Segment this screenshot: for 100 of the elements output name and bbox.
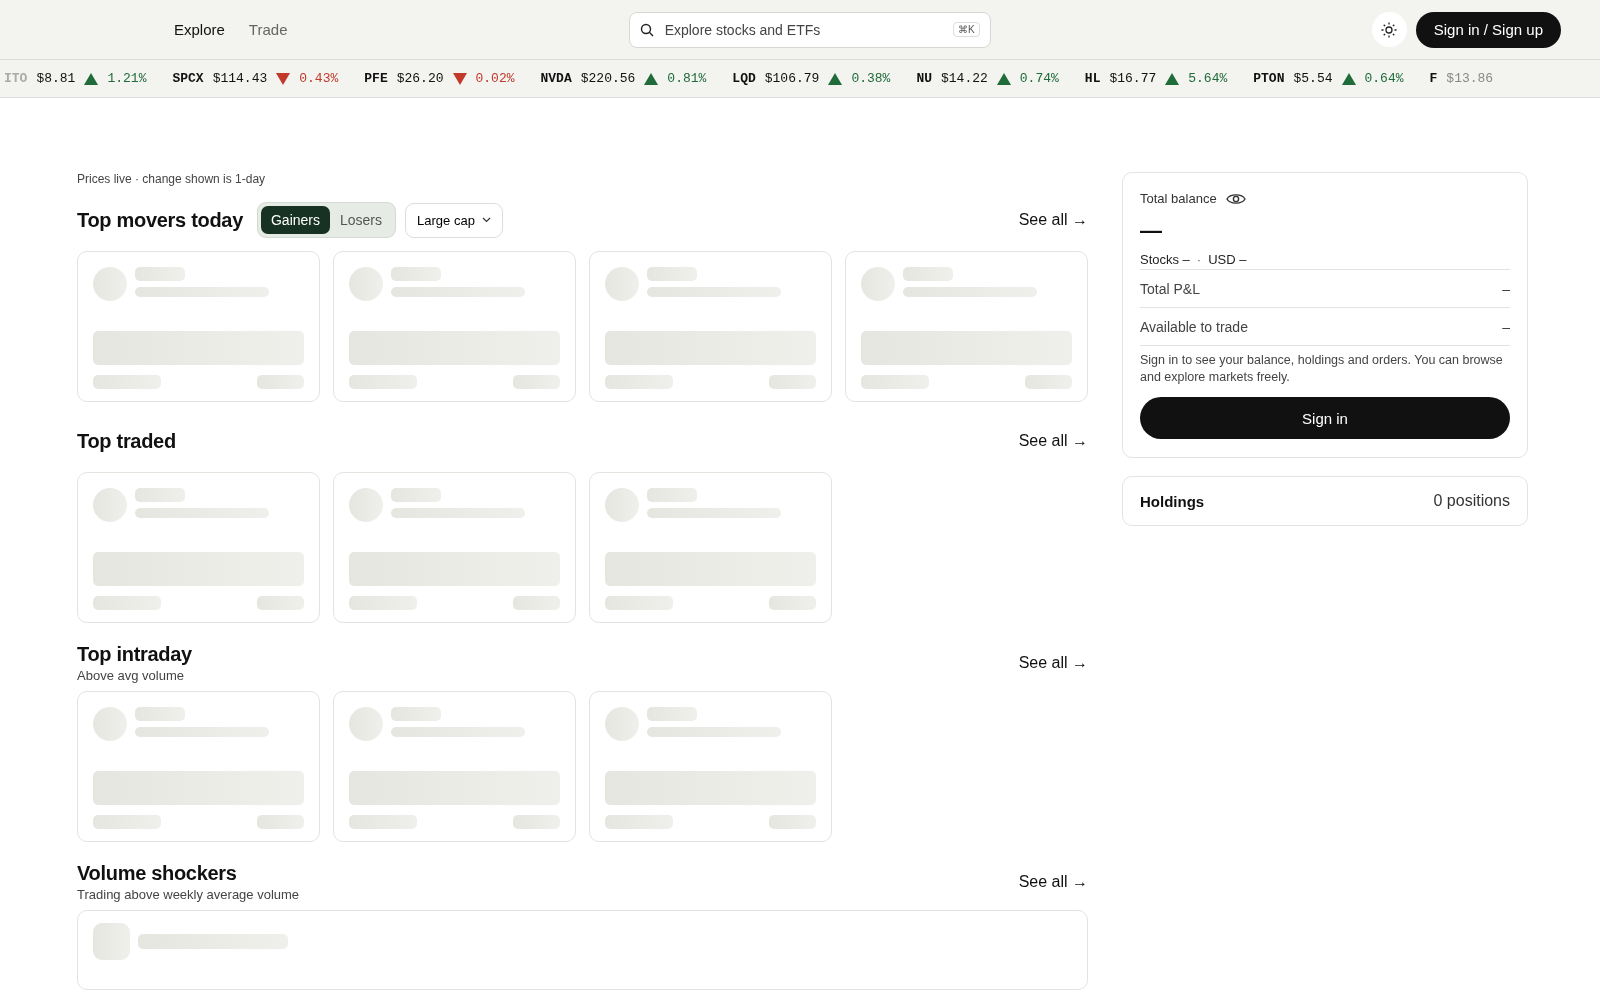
text-placeholder xyxy=(135,488,185,502)
ticker-price: $106.79 xyxy=(764,71,820,86)
text-placeholder xyxy=(1025,375,1072,389)
ticker-symbol: LQD xyxy=(732,71,756,86)
shortcut-hint: ⌘K xyxy=(952,22,980,37)
separator-dot: · xyxy=(1196,252,1202,267)
up-triangle-icon xyxy=(996,72,1011,85)
text-placeholder xyxy=(135,707,185,721)
text-placeholder xyxy=(513,375,560,389)
ticker-price: $8.81 xyxy=(36,71,76,86)
section-subtitle: Trading above weekly average volume xyxy=(77,887,300,902)
positions-count: 0 positions xyxy=(1433,492,1510,510)
balance-label: Total balance xyxy=(1140,191,1217,206)
see-all-link[interactable]: See all → xyxy=(1018,873,1088,891)
up-triangle-icon xyxy=(644,72,659,85)
segment-button[interactable]: Gainers xyxy=(261,206,330,234)
ticker-change: 0.43% xyxy=(299,71,339,86)
ticker-symbol: NVDA xyxy=(540,71,572,86)
up-triangle-icon xyxy=(84,72,99,85)
ticker-price: $13.86 xyxy=(1446,71,1494,86)
text-placeholder xyxy=(647,707,697,721)
text-placeholder xyxy=(513,596,560,610)
segment-button[interactable]: Losers xyxy=(330,206,393,234)
section-title: Top traded xyxy=(77,429,176,453)
text-placeholder xyxy=(647,267,697,281)
ticker-price: $14.22 xyxy=(941,71,988,86)
see-all-link[interactable]: See all → xyxy=(1018,432,1088,450)
search-field[interactable]: Explore stocks and ETFs ⌘K xyxy=(628,11,991,48)
text-placeholder xyxy=(93,375,161,389)
ticker-price: $26.20 xyxy=(396,71,444,86)
avatar-placeholder xyxy=(861,267,895,301)
avatar-placeholder xyxy=(605,488,639,522)
avatar-placeholder xyxy=(349,707,383,741)
balance-value: — xyxy=(1140,218,1163,244)
text-placeholder xyxy=(257,815,304,829)
up-triangle-icon xyxy=(1165,72,1180,85)
ticker-symbol: SPCX xyxy=(172,71,204,86)
ticker-price: $220.56 xyxy=(580,71,636,86)
ticker-symbol: PFE xyxy=(364,71,388,86)
text-placeholder xyxy=(257,596,304,610)
down-triangle-icon xyxy=(452,72,467,85)
text-placeholder xyxy=(605,375,673,389)
eye-icon[interactable] xyxy=(1225,191,1246,206)
section-title: Top intraday xyxy=(77,643,192,666)
ticker-change: 0.64% xyxy=(1364,71,1404,86)
ticker-change: 0.38% xyxy=(851,71,891,86)
ticker-symbol: F xyxy=(1429,71,1438,86)
avatar-placeholder xyxy=(93,707,127,741)
ticker-symbol: PTON xyxy=(1253,71,1285,86)
row-value: – xyxy=(1502,281,1510,297)
market-cap-dropdown[interactable]: Large cap xyxy=(405,202,503,238)
text-placeholder xyxy=(93,596,161,610)
sign-in-button[interactable]: Sign in / Sign up xyxy=(1415,11,1561,48)
ticker-change: 0.74% xyxy=(1019,71,1059,86)
nav-tab[interactable]: Explore xyxy=(174,21,225,38)
row-label: Available to trade xyxy=(1140,319,1248,335)
ticker-price: $16.77 xyxy=(1109,71,1157,86)
text-placeholder xyxy=(605,596,673,610)
text-placeholder xyxy=(605,815,673,829)
text-placeholder xyxy=(769,375,816,389)
avatar-placeholder xyxy=(605,267,639,301)
up-triangle-icon xyxy=(1341,72,1356,85)
text-placeholder xyxy=(647,488,697,502)
see-all-link[interactable]: See all → xyxy=(1018,211,1088,229)
section-subtitle: Above avg volume xyxy=(77,668,185,683)
search-input[interactable]: Explore stocks and ETFs xyxy=(662,20,944,39)
sign-in-message: Sign in to see your balance, holdings and orders. You can browse and explore markets freely. xyxy=(1140,352,1504,386)
balance-breakdown: Stocks – xyxy=(1140,252,1190,267)
down-triangle-icon xyxy=(276,72,291,85)
sun-icon xyxy=(1381,21,1398,38)
ticker-symbol: HL xyxy=(1084,71,1101,86)
ticker-price: $5.54 xyxy=(1293,71,1333,86)
text-placeholder xyxy=(257,375,304,389)
avatar-placeholder xyxy=(93,488,127,522)
section-title: Top movers today xyxy=(77,208,243,232)
see-all-link[interactable]: See all → xyxy=(1018,654,1088,672)
text-placeholder xyxy=(391,267,441,281)
theme-toggle-button[interactable] xyxy=(1371,12,1407,47)
sign-in-button[interactable]: Sign in xyxy=(1140,397,1510,439)
row-label: Total P&L xyxy=(1140,281,1200,297)
ticker-change: 0.81% xyxy=(667,71,707,86)
text-placeholder xyxy=(349,596,417,610)
text-placeholder xyxy=(903,267,953,281)
text-placeholder xyxy=(513,815,560,829)
ticker-symbol: NU xyxy=(916,71,932,86)
text-placeholder xyxy=(135,267,185,281)
text-placeholder xyxy=(349,375,417,389)
nav-tab[interactable]: Trade xyxy=(248,21,288,38)
balance-breakdown: USD – xyxy=(1208,252,1247,267)
avatar-placeholder xyxy=(349,488,383,522)
text-placeholder xyxy=(391,488,441,502)
prices-note: Prices live · change shown is 1-day xyxy=(77,172,267,186)
avatar-placeholder xyxy=(605,707,639,741)
text-placeholder xyxy=(391,707,441,721)
ticker-symbol: ITO xyxy=(4,71,28,86)
section-title: Volume shockers xyxy=(77,862,238,885)
avatar-placeholder xyxy=(93,267,127,301)
avatar-placeholder xyxy=(349,267,383,301)
row-value: – xyxy=(1502,319,1510,335)
ticker-price: $114.43 xyxy=(212,71,268,86)
